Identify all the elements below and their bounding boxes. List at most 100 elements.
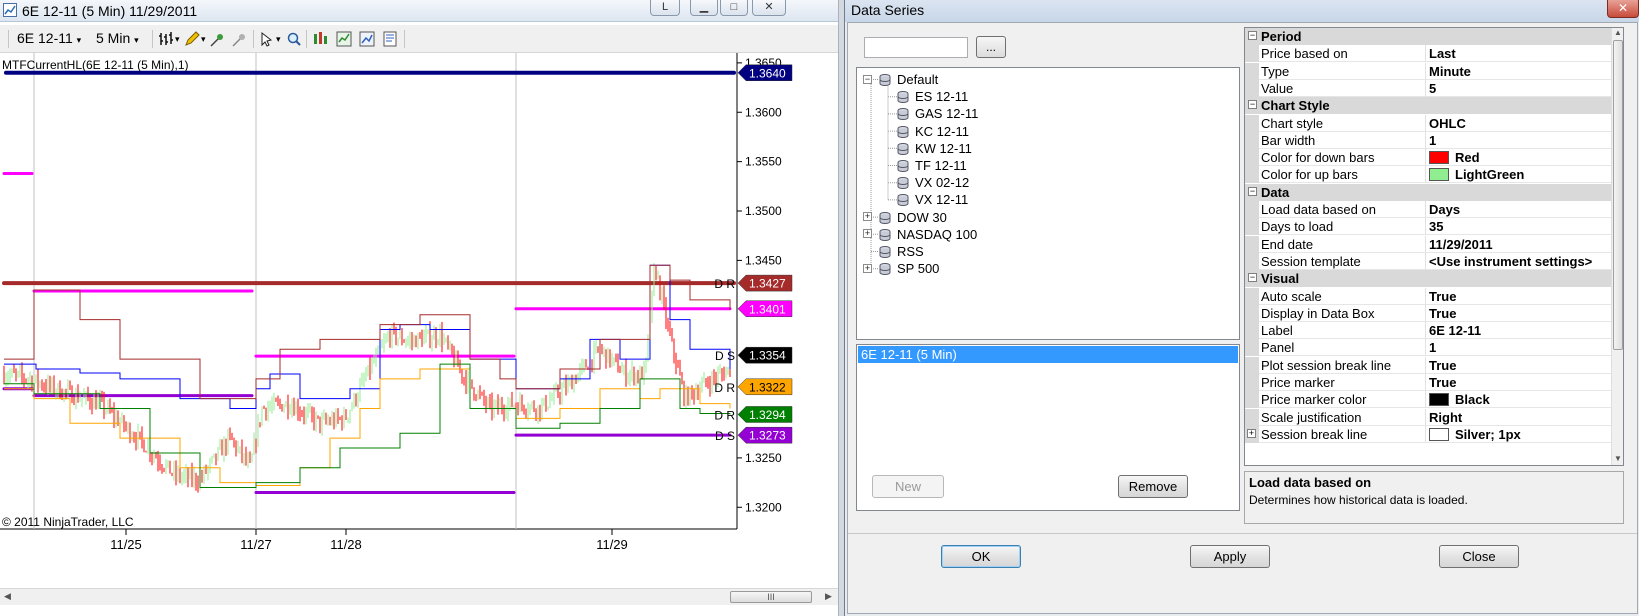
scroll-right-icon[interactable]: ▶ bbox=[825, 591, 832, 602]
property-value[interactable]: Right bbox=[1425, 408, 1611, 426]
dialog-close-button[interactable]: ✕ bbox=[1607, 0, 1639, 18]
property-value[interactable]: 5 bbox=[1425, 79, 1611, 97]
property-value[interactable]: 35 bbox=[1425, 218, 1611, 236]
property-row[interactable]: Session template <Use instrument settings… bbox=[1245, 252, 1611, 270]
property-row[interactable]: Days to load 35 bbox=[1245, 218, 1611, 236]
chevron-down-icon[interactable]: ▾ bbox=[201, 34, 206, 45]
tree-item[interactable]: SP 500 bbox=[879, 260, 939, 277]
chart-close-button[interactable]: ✕ bbox=[752, 0, 786, 16]
scroll-up-icon[interactable]: ▲ bbox=[1614, 28, 1622, 37]
ok-button[interactable]: OK bbox=[941, 545, 1021, 568]
tree-item[interactable]: TF 12-11 bbox=[897, 157, 967, 174]
property-value[interactable]: Days bbox=[1425, 201, 1611, 218]
property-row[interactable]: Scale justification Right bbox=[1245, 408, 1611, 426]
property-row[interactable]: Auto scale True bbox=[1245, 287, 1611, 305]
collapse-icon[interactable]: − bbox=[1248, 31, 1257, 40]
new-button[interactable]: New bbox=[872, 475, 944, 498]
property-row[interactable]: End date 11/29/2011 bbox=[1245, 235, 1611, 253]
link-button[interactable]: L bbox=[650, 0, 680, 16]
property-value[interactable]: OHLC bbox=[1425, 114, 1611, 132]
property-value[interactable]: Red bbox=[1425, 149, 1611, 167]
property-value[interactable]: True bbox=[1425, 356, 1611, 374]
property-value[interactable]: Last bbox=[1425, 45, 1611, 63]
property-row[interactable]: Label 6E 12-11 bbox=[1245, 322, 1611, 340]
expand-icon[interactable]: + bbox=[863, 263, 872, 273]
expand-icon[interactable]: + bbox=[863, 212, 872, 222]
property-value[interactable]: Minute bbox=[1425, 62, 1611, 80]
property-row[interactable]: Bar width 1 bbox=[1245, 131, 1611, 149]
tree-item[interactable]: KC 12-11 bbox=[897, 123, 969, 140]
expand-icon[interactable]: + bbox=[863, 229, 872, 239]
scroll-down-icon[interactable]: ▼ bbox=[1614, 454, 1622, 463]
property-value[interactable]: True bbox=[1425, 374, 1611, 391]
tree-item[interactable]: GAS 12-11 bbox=[897, 105, 978, 122]
property-value[interactable]: 6E 12-11 bbox=[1425, 322, 1611, 340]
property-category[interactable]: − Chart Style bbox=[1245, 97, 1611, 115]
property-row[interactable]: + Session break line Silver; 1px bbox=[1245, 425, 1611, 443]
property-value[interactable]: 1 bbox=[1425, 131, 1611, 149]
tree-item[interactable]: NASDAQ 100 bbox=[879, 226, 977, 243]
property-row[interactable]: Color for up bars LightGreen bbox=[1245, 166, 1611, 184]
tree-item[interactable]: Default bbox=[879, 71, 938, 88]
property-value[interactable]: Black bbox=[1425, 391, 1611, 409]
minimize-button[interactable]: ▁ bbox=[690, 0, 718, 16]
property-value[interactable]: 11/29/2011 bbox=[1425, 235, 1611, 253]
property-category[interactable]: − Period bbox=[1245, 28, 1611, 45]
property-category[interactable]: − Data bbox=[1245, 183, 1611, 201]
property-row[interactable]: Plot session break line True bbox=[1245, 356, 1611, 374]
property-row[interactable]: Display in Data Box True bbox=[1245, 304, 1611, 322]
property-row[interactable]: Panel 1 bbox=[1245, 339, 1611, 357]
scrollbar-thumb[interactable]: III bbox=[730, 591, 812, 603]
property-value[interactable]: <Use instrument settings> bbox=[1425, 252, 1611, 270]
cursor-icon[interactable] bbox=[259, 31, 275, 47]
price-chart[interactable]: MTFCurrentHL(6E 12-11 (5 Min),1) 1.36501.… bbox=[0, 53, 838, 588]
data-series-icon[interactable] bbox=[313, 31, 329, 47]
tree-item[interactable]: RSS bbox=[879, 243, 924, 260]
property-grid-scrollbar[interactable]: ▲ ▼ bbox=[1611, 28, 1623, 465]
property-row[interactable]: Chart style OHLC bbox=[1245, 114, 1611, 132]
tree-item[interactable]: DOW 30 bbox=[879, 209, 947, 226]
collapse-icon[interactable]: − bbox=[1248, 100, 1257, 110]
strategies-icon[interactable] bbox=[359, 31, 375, 47]
remove-button[interactable]: Remove bbox=[1118, 475, 1188, 498]
tree-item[interactable]: VX 02-12 bbox=[897, 174, 969, 191]
collapse-icon[interactable]: − bbox=[1248, 273, 1257, 283]
collapse-icon[interactable]: − bbox=[1248, 186, 1257, 196]
property-category[interactable]: − Visual bbox=[1245, 270, 1611, 288]
crosshair-icon[interactable] bbox=[210, 31, 226, 47]
property-row[interactable]: Value 5 bbox=[1245, 79, 1611, 97]
pin-icon[interactable] bbox=[232, 31, 248, 47]
property-value[interactable]: LightGreen bbox=[1425, 166, 1611, 184]
maximize-button[interactable]: □ bbox=[720, 0, 748, 16]
browse-button[interactable]: ... bbox=[976, 36, 1006, 58]
indicators-icon[interactable] bbox=[336, 31, 352, 47]
instrument-selector[interactable]: 6E 12-11 ▾ bbox=[17, 30, 81, 46]
selected-series-item[interactable]: 6E 12-11 (5 Min) bbox=[858, 346, 1238, 363]
apply-button[interactable]: Apply bbox=[1190, 545, 1270, 568]
interval-selector[interactable]: 5 Min ▾ bbox=[96, 30, 139, 46]
scroll-left-icon[interactable]: ◀ bbox=[4, 591, 11, 602]
collapse-icon[interactable]: − bbox=[863, 74, 872, 84]
tree-item[interactable]: KW 12-11 bbox=[897, 140, 972, 157]
instrument-search-input[interactable] bbox=[864, 37, 968, 58]
zoom-icon[interactable] bbox=[286, 31, 302, 47]
property-row[interactable]: Color for down bars Red bbox=[1245, 149, 1611, 167]
property-row[interactable]: Load data based on Days bbox=[1245, 201, 1611, 218]
properties-icon[interactable] bbox=[382, 31, 398, 47]
property-value[interactable]: True bbox=[1425, 304, 1611, 322]
property-row[interactable]: Type Minute bbox=[1245, 62, 1611, 80]
chevron-down-icon[interactable]: ▾ bbox=[175, 34, 180, 45]
pencil-draw-icon[interactable] bbox=[184, 31, 200, 47]
property-row[interactable]: Price based on Last bbox=[1245, 45, 1611, 63]
close-button[interactable]: Close bbox=[1439, 545, 1519, 568]
property-row[interactable]: Price marker color Black bbox=[1245, 391, 1611, 409]
property-value[interactable]: Silver; 1px bbox=[1425, 425, 1611, 443]
property-value[interactable]: True bbox=[1425, 287, 1611, 305]
property-value[interactable]: 1 bbox=[1425, 339, 1611, 357]
bars-style-icon[interactable] bbox=[158, 31, 174, 47]
scrollbar-thumb[interactable] bbox=[1613, 40, 1623, 350]
tree-item[interactable]: ES 12-11 bbox=[897, 88, 968, 105]
chevron-down-icon[interactable]: ▾ bbox=[276, 34, 281, 45]
expand-icon[interactable]: + bbox=[1247, 428, 1256, 438]
property-row[interactable]: Price marker True bbox=[1245, 374, 1611, 391]
